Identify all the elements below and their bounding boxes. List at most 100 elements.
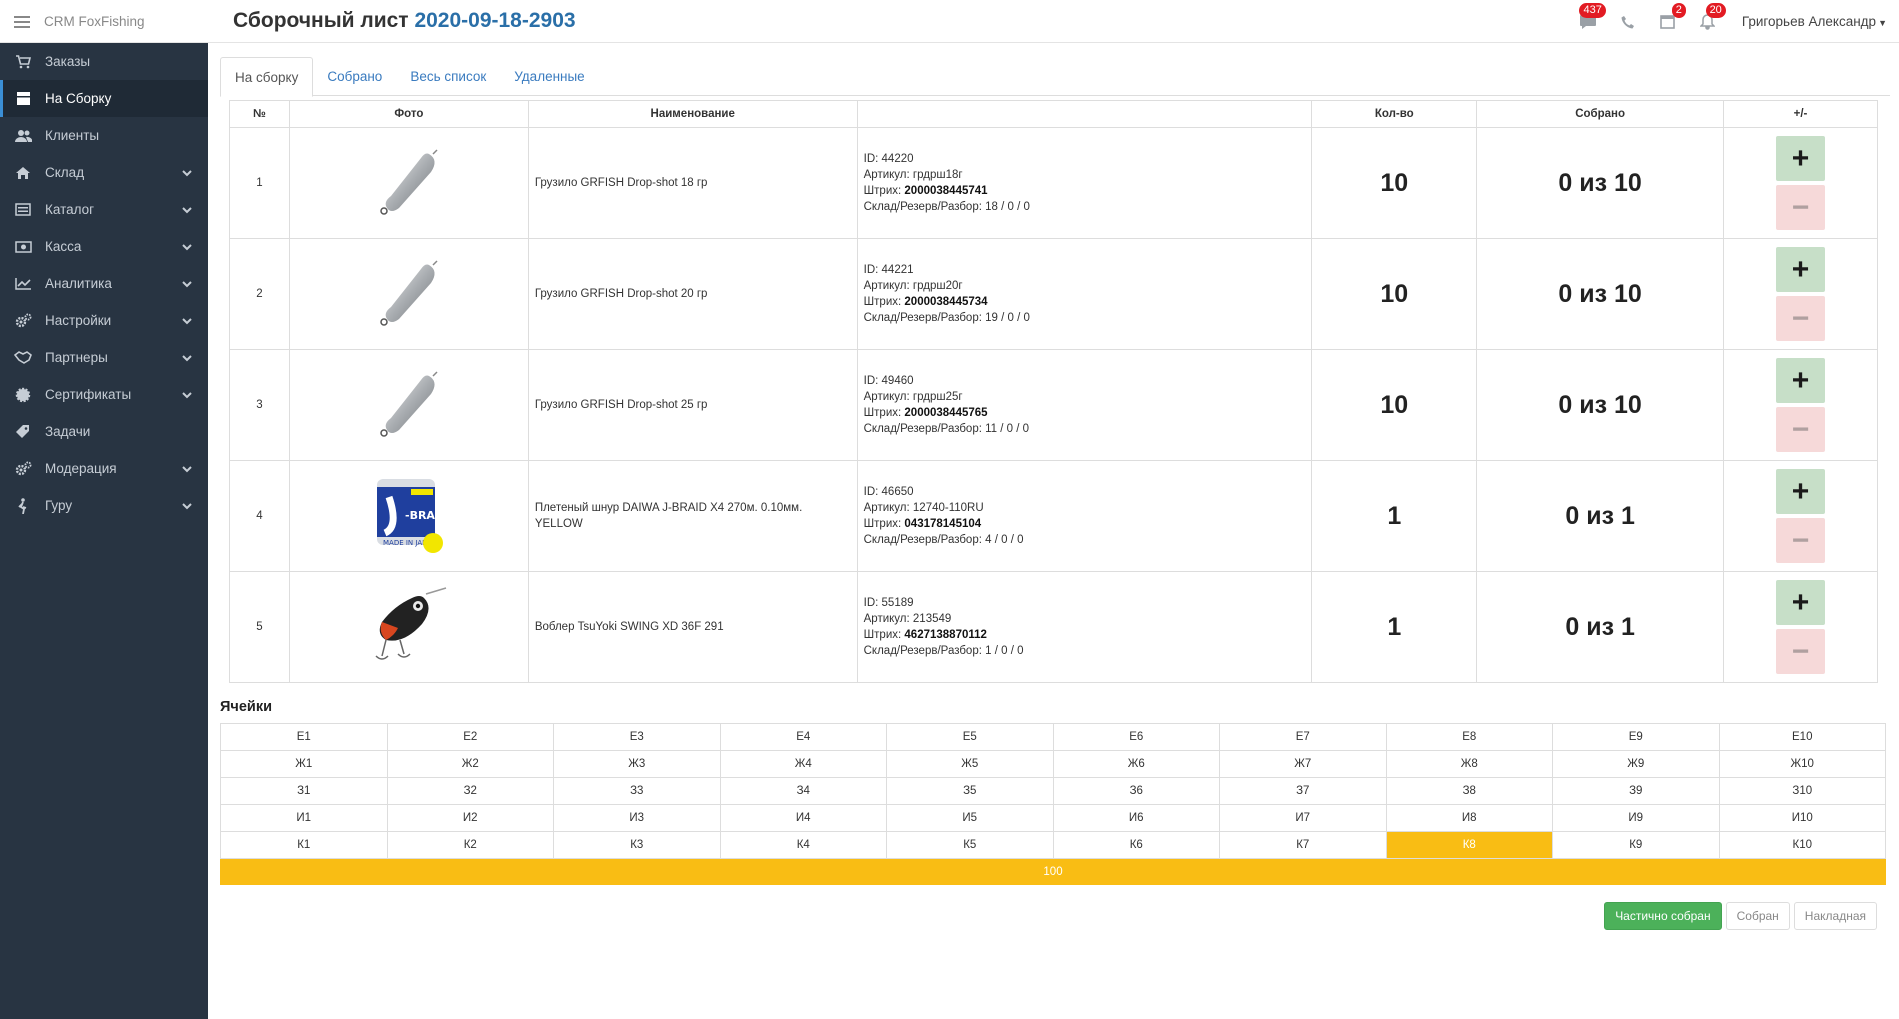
storage-cell[interactable]: И8 [1385,804,1553,832]
decrement-button[interactable]: − [1776,407,1826,452]
storage-cell[interactable]: И10 [1718,804,1886,832]
storage-cell[interactable]: И2 [386,804,554,832]
storage-cell[interactable]: Е7 [1219,723,1387,751]
increment-button[interactable]: + [1776,469,1826,514]
storage-cell[interactable]: К8 [1385,831,1553,859]
chevron-down-icon[interactable] [182,388,192,399]
storage-cell[interactable]: И3 [553,804,721,832]
storage-cell[interactable]: З2 [386,777,554,805]
sidebar-item-6[interactable]: Аналитика [0,265,208,302]
storage-cell[interactable]: Ж7 [1219,750,1387,778]
storage-cell[interactable]: И5 [886,804,1054,832]
tasks-button[interactable]: 2 [1648,0,1688,43]
sidebar-item-11[interactable]: Модерация [0,450,208,487]
sidebar-item-3[interactable]: Склад [0,154,208,191]
storage-cell[interactable]: Ж6 [1052,750,1220,778]
sidebar-item-10[interactable]: Задачи [0,413,208,450]
increment-button[interactable]: + [1776,358,1826,403]
invoice-button[interactable]: Накладная [1793,902,1877,930]
storage-cell[interactable]: К5 [886,831,1054,859]
messages-button[interactable]: 437 [1568,0,1608,43]
storage-cell[interactable]: З5 [886,777,1054,805]
storage-cell[interactable]: Е2 [386,723,554,751]
chevron-down-icon[interactable] [182,166,192,177]
storage-cell[interactable]: З4 [719,777,887,805]
chevron-down-icon[interactable] [182,314,192,325]
product-photo[interactable]: -BRAID MADE IN JAPAN [288,460,529,572]
tab-to-assemble[interactable]: На сборку [220,57,314,97]
tab-deleted[interactable]: Удаленные [500,57,598,96]
storage-cell[interactable]: И1 [220,804,388,832]
brand[interactable]: CRM FoxFishing [0,0,208,43]
storage-cell[interactable]: Ж8 [1385,750,1553,778]
product-photo[interactable] [288,349,529,461]
storage-cell[interactable]: З7 [1219,777,1387,805]
storage-cell[interactable]: К10 [1718,831,1886,859]
storage-cell[interactable]: И6 [1052,804,1220,832]
storage-cell[interactable]: К1 [220,831,388,859]
sidebar-item-7[interactable]: Настройки [0,302,208,339]
chevron-down-icon[interactable] [182,203,192,214]
storage-cell[interactable]: Ж9 [1552,750,1720,778]
collected-button[interactable]: Собран [1725,902,1790,930]
storage-cell[interactable]: Е8 [1385,723,1553,751]
decrement-button[interactable]: − [1776,185,1826,230]
user-menu[interactable]: Григорьев Александр ▼ [1728,14,1899,29]
chevron-down-icon[interactable] [182,499,192,510]
storage-cell[interactable]: З1 [220,777,388,805]
sidebar-item-0[interactable]: Заказы [0,43,208,80]
sidebar-item-9[interactable]: Сертификаты [0,376,208,413]
storage-cell[interactable]: Е5 [886,723,1054,751]
sidebar-item-12[interactable]: Гуру [0,487,208,524]
chevron-down-icon[interactable] [182,240,192,251]
increment-button[interactable]: + [1776,580,1826,625]
sidebar-item-8[interactable]: Партнеры [0,339,208,376]
storage-cell[interactable]: К2 [386,831,554,859]
storage-cell[interactable]: Ж2 [386,750,554,778]
product-photo[interactable] [288,127,529,239]
decrement-button[interactable]: − [1776,518,1826,563]
storage-cell[interactable]: Ж5 [886,750,1054,778]
sidebar-item-5[interactable]: Касса [0,228,208,265]
storage-cell[interactable]: К9 [1552,831,1720,859]
storage-cell[interactable]: К3 [553,831,721,859]
storage-cell[interactable]: Ж1 [220,750,388,778]
chevron-down-icon[interactable] [182,462,192,473]
product-photo[interactable] [288,238,529,350]
decrement-button[interactable]: − [1776,629,1826,674]
storage-cell[interactable]: К6 [1052,831,1220,859]
partially-collected-button[interactable]: Частично собран [1604,902,1722,930]
chevron-down-icon[interactable] [182,277,192,288]
storage-cell[interactable]: З8 [1385,777,1553,805]
storage-cell[interactable]: К7 [1219,831,1387,859]
storage-cell[interactable]: Е1 [220,723,388,751]
chevron-down-icon[interactable] [182,351,192,362]
decrement-button[interactable]: − [1776,296,1826,341]
storage-cell[interactable]: З9 [1552,777,1720,805]
storage-cell[interactable]: З3 [553,777,721,805]
hamburger-menu-icon[interactable] [14,15,30,28]
tab-collected[interactable]: Собрано [313,57,396,96]
notifications-button[interactable]: 20 [1688,0,1728,43]
storage-cell[interactable]: Е10 [1718,723,1886,751]
increment-button[interactable]: + [1776,136,1826,181]
storage-cell[interactable]: И9 [1552,804,1720,832]
storage-cell[interactable]: Е3 [553,723,721,751]
storage-cell[interactable]: З6 [1052,777,1220,805]
storage-cell[interactable]: Е6 [1052,723,1220,751]
storage-cell[interactable]: Ж4 [719,750,887,778]
storage-cell[interactable]: Е9 [1552,723,1720,751]
product-photo[interactable] [288,571,529,683]
tab-full-list[interactable]: Весь список [396,57,500,96]
storage-cell[interactable]: Ж10 [1718,750,1886,778]
phone-button[interactable] [1608,0,1648,43]
storage-cell[interactable]: Е4 [719,723,887,751]
storage-cell[interactable]: З10 [1718,777,1886,805]
storage-cell[interactable]: К4 [719,831,887,859]
storage-cell[interactable]: Ж3 [553,750,721,778]
sidebar-item-2[interactable]: Клиенты [0,117,208,154]
increment-button[interactable]: + [1776,247,1826,292]
storage-cell[interactable]: И7 [1219,804,1387,832]
sidebar-item-4[interactable]: Каталог [0,191,208,228]
sidebar-item-1[interactable]: На Сборку [0,80,208,117]
